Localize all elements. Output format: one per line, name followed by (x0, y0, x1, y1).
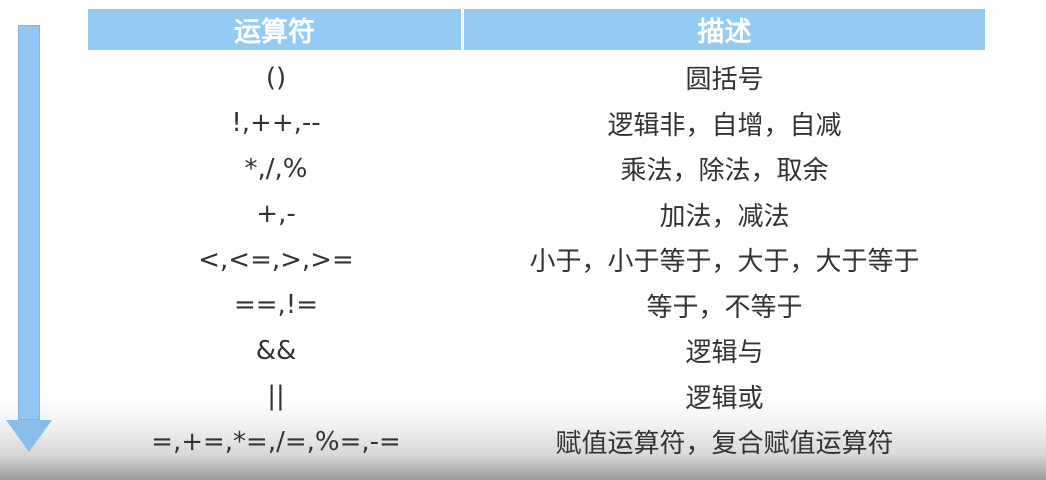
operator-cell: () (265, 62, 287, 93)
operator-cell: +,- (256, 199, 296, 230)
header-operator: 运算符 (88, 9, 461, 50)
operator-cell: || (267, 381, 285, 412)
arrow-shaft (18, 25, 40, 420)
description-cell: 等于，不等于 (646, 292, 803, 323)
description-cell: 加法，减法 (659, 201, 790, 232)
table-row: !,++,-- 逻辑非，自增，自减 (88, 101, 985, 147)
description-cell: 逻辑非，自增，自减 (607, 110, 842, 141)
table-row: =,+=,*=,/=,%=,-= 赋值运算符，复合赋值运算符 (88, 419, 985, 465)
table-row: ==,!= 等于，不等于 (88, 283, 985, 329)
table-row: <,<=,>,>= 小于，小于等于，大于，大于等于 (88, 237, 985, 283)
table-body: () 圆括号 !,++,-- 逻辑非，自增，自减 *,/,% 乘法，除法，取余 +,- 加法，… (88, 55, 985, 465)
table-row: () 圆括号 (88, 55, 985, 101)
description-cell: 乘法，除法，取余 (620, 156, 829, 187)
table-row: || 逻辑或 (88, 374, 985, 420)
description-cell: 赋值运算符，复合赋值运算符 (555, 429, 894, 460)
arrow-head (6, 420, 52, 452)
description-cell: 逻辑或 (685, 383, 764, 414)
table-row: +,- 加法，减法 (88, 192, 985, 238)
operator-cell: =,+=,*=,/=,%=,-= (151, 426, 401, 457)
operator-cell: !,++,-- (231, 108, 321, 139)
table-row: *,/,% 乘法，除法，取余 (88, 146, 985, 192)
description-cell: 逻辑与 (685, 338, 764, 369)
operator-cell: <,<=,>,>= (198, 244, 354, 275)
header-description: 描述 (464, 9, 985, 50)
description-cell: 圆括号 (685, 65, 764, 96)
table-row: && 逻辑与 (88, 328, 985, 374)
table-header: 运算符 描述 (88, 9, 985, 50)
operator-cell: && (255, 335, 297, 366)
operator-cell: *,/,% (244, 153, 308, 184)
operator-cell: ==,!= (233, 290, 319, 321)
description-cell: 小于，小于等于，大于，大于等于 (529, 247, 920, 278)
